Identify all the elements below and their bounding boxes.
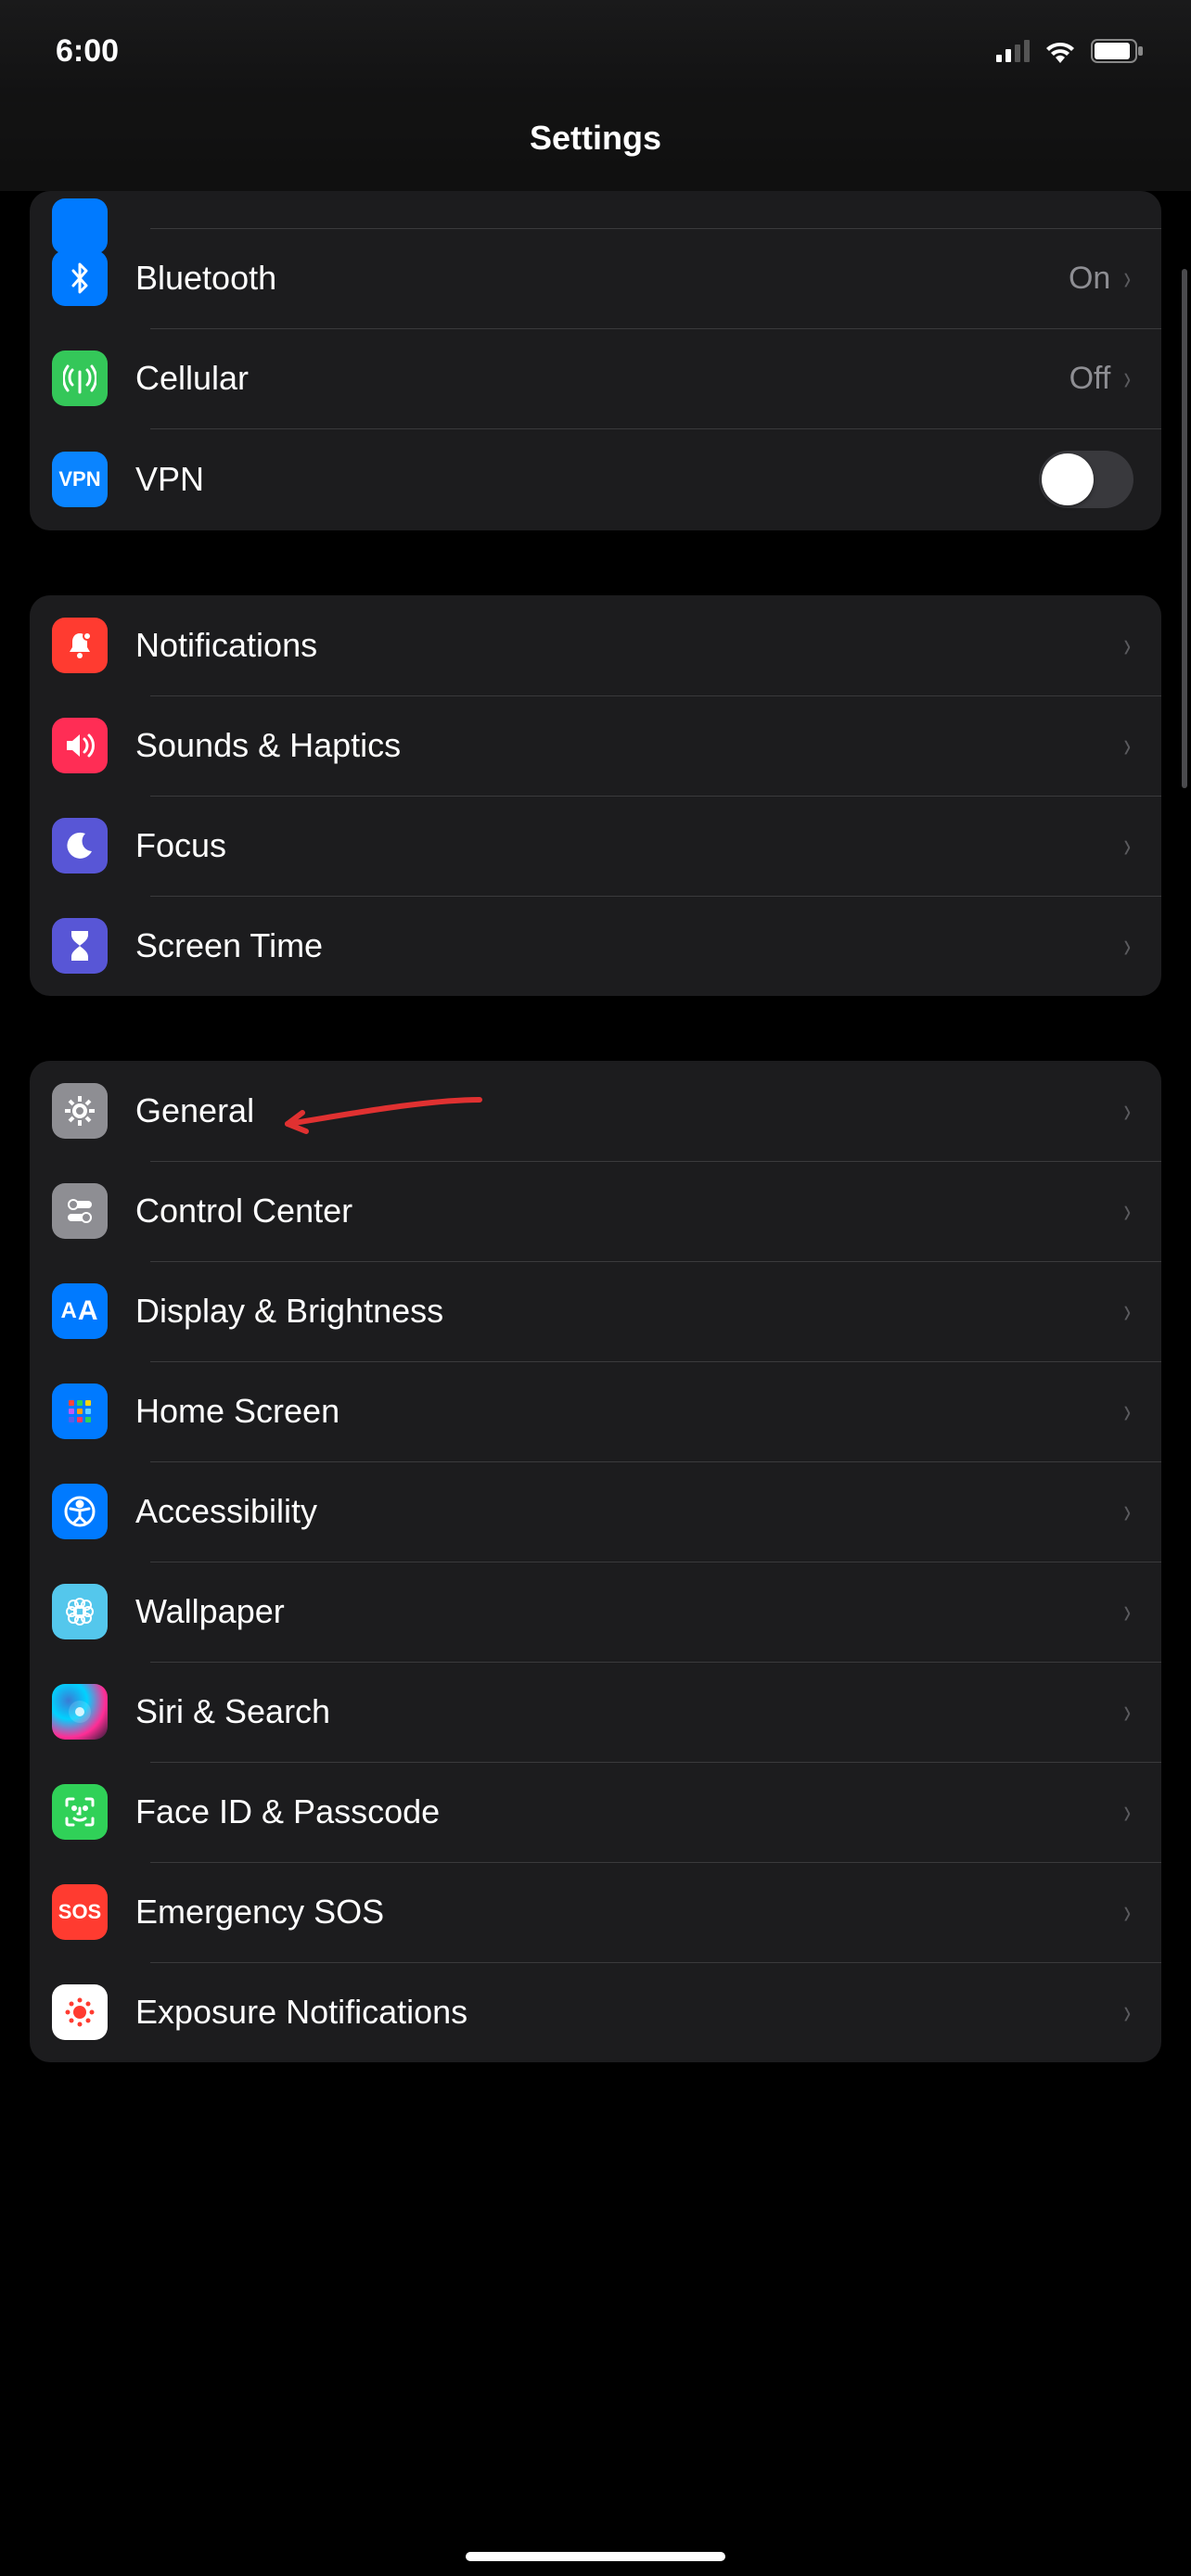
chevron-right-icon: › [1124, 926, 1132, 966]
vpn-toggle[interactable] [1039, 451, 1133, 508]
chevron-right-icon: › [1124, 826, 1132, 866]
general-icon [52, 1083, 108, 1139]
siri-icon [52, 1684, 108, 1740]
settings-group-system: General › Control Center › AA Display & … [30, 1061, 1161, 2062]
row-label: General [135, 1091, 1121, 1130]
status-bar: 6:00 [0, 0, 1191, 102]
chevron-right-icon: › [1124, 726, 1132, 766]
chevron-right-icon: › [1124, 1993, 1132, 2033]
row-controlcenter[interactable]: Control Center › [30, 1161, 1161, 1261]
row-label: Accessibility [135, 1492, 1121, 1531]
row-label: Notifications [135, 626, 1121, 665]
chevron-right-icon: › [1124, 1692, 1132, 1732]
row-screentime[interactable]: Screen Time › [30, 896, 1161, 996]
homescreen-icon [52, 1384, 108, 1439]
bluetooth-icon [52, 250, 108, 306]
chevron-right-icon: › [1124, 1592, 1132, 1632]
chevron-right-icon: › [1124, 1392, 1132, 1432]
row-accessibility[interactable]: Accessibility › [30, 1461, 1161, 1562]
row-wallpaper[interactable]: Wallpaper › [30, 1562, 1161, 1662]
controlcenter-icon [52, 1183, 108, 1239]
chevron-right-icon: › [1124, 1492, 1132, 1532]
screentime-icon [52, 918, 108, 974]
row-value: On [1069, 261, 1110, 297]
row-label: Bluetooth [135, 259, 1069, 298]
chevron-right-icon: › [1124, 1292, 1132, 1332]
faceid-icon [52, 1784, 108, 1840]
cellular-icon [52, 351, 108, 406]
chevron-right-icon: › [1124, 626, 1132, 666]
row-label: Sounds & Haptics [135, 726, 1121, 765]
row-label: Face ID & Passcode [135, 1792, 1121, 1831]
row-label: Screen Time [135, 926, 1121, 965]
status-time: 6:00 [56, 33, 119, 70]
home-indicator[interactable] [466, 2552, 725, 2561]
scroll-indicator[interactable] [1182, 269, 1187, 788]
row-label: Wallpaper [135, 1592, 1121, 1631]
sos-icon: SOS [52, 1884, 108, 1940]
row-label: VPN [135, 460, 1039, 499]
row-bluetooth[interactable]: Bluetooth On › [30, 228, 1161, 328]
row-notifications[interactable]: Notifications › [30, 595, 1161, 695]
row-label: Focus [135, 826, 1121, 865]
chevron-right-icon: › [1124, 359, 1132, 399]
focus-icon [52, 818, 108, 874]
wallpaper-icon [52, 1584, 108, 1639]
notifications-icon [52, 618, 108, 673]
row-display[interactable]: AA Display & Brightness › [30, 1261, 1161, 1361]
settings-group-connectivity: Bluetooth On › Cellular Off › VPN VPN [30, 211, 1161, 530]
vpn-icon: VPN [52, 452, 108, 507]
accessibility-icon [52, 1484, 108, 1539]
row-focus[interactable]: Focus › [30, 796, 1161, 896]
row-value: Off [1069, 361, 1111, 397]
row-sounds[interactable]: Sounds & Haptics › [30, 695, 1161, 796]
chevron-right-icon: › [1124, 1893, 1132, 1932]
display-icon: AA [52, 1283, 108, 1339]
row-label: Control Center [135, 1192, 1121, 1231]
row-sos[interactable]: SOS Emergency SOS › [30, 1862, 1161, 1962]
row-siri[interactable]: Siri & Search › [30, 1662, 1161, 1762]
row-label: Display & Brightness [135, 1292, 1121, 1331]
chevron-right-icon: › [1124, 1792, 1132, 1832]
chevron-right-icon: › [1124, 259, 1132, 299]
row-general[interactable]: General › [30, 1061, 1161, 1161]
row-cellular[interactable]: Cellular Off › [30, 328, 1161, 428]
page-title: Settings [0, 102, 1191, 191]
row-label: Exposure Notifications [135, 1993, 1121, 2032]
row-vpn[interactable]: VPN VPN [30, 428, 1161, 530]
exposure-icon [52, 1984, 108, 2040]
wifi-icon [1043, 39, 1078, 63]
chevron-right-icon: › [1124, 1091, 1132, 1131]
row-homescreen[interactable]: Home Screen › [30, 1361, 1161, 1461]
settings-group-attention: Notifications › Sounds & Haptics › Focus… [30, 595, 1161, 996]
row-label: Cellular [135, 359, 1069, 398]
row-label: Home Screen [135, 1392, 1121, 1431]
chevron-right-icon: › [1124, 1192, 1132, 1231]
row-label: Siri & Search [135, 1692, 1121, 1731]
sounds-icon [52, 718, 108, 773]
row-exposure[interactable]: Exposure Notifications › [30, 1962, 1161, 2062]
row-faceid[interactable]: Face ID & Passcode › [30, 1762, 1161, 1862]
battery-icon [1091, 39, 1145, 63]
cellular-signal-icon [996, 40, 1030, 62]
row-label: Emergency SOS [135, 1893, 1121, 1932]
